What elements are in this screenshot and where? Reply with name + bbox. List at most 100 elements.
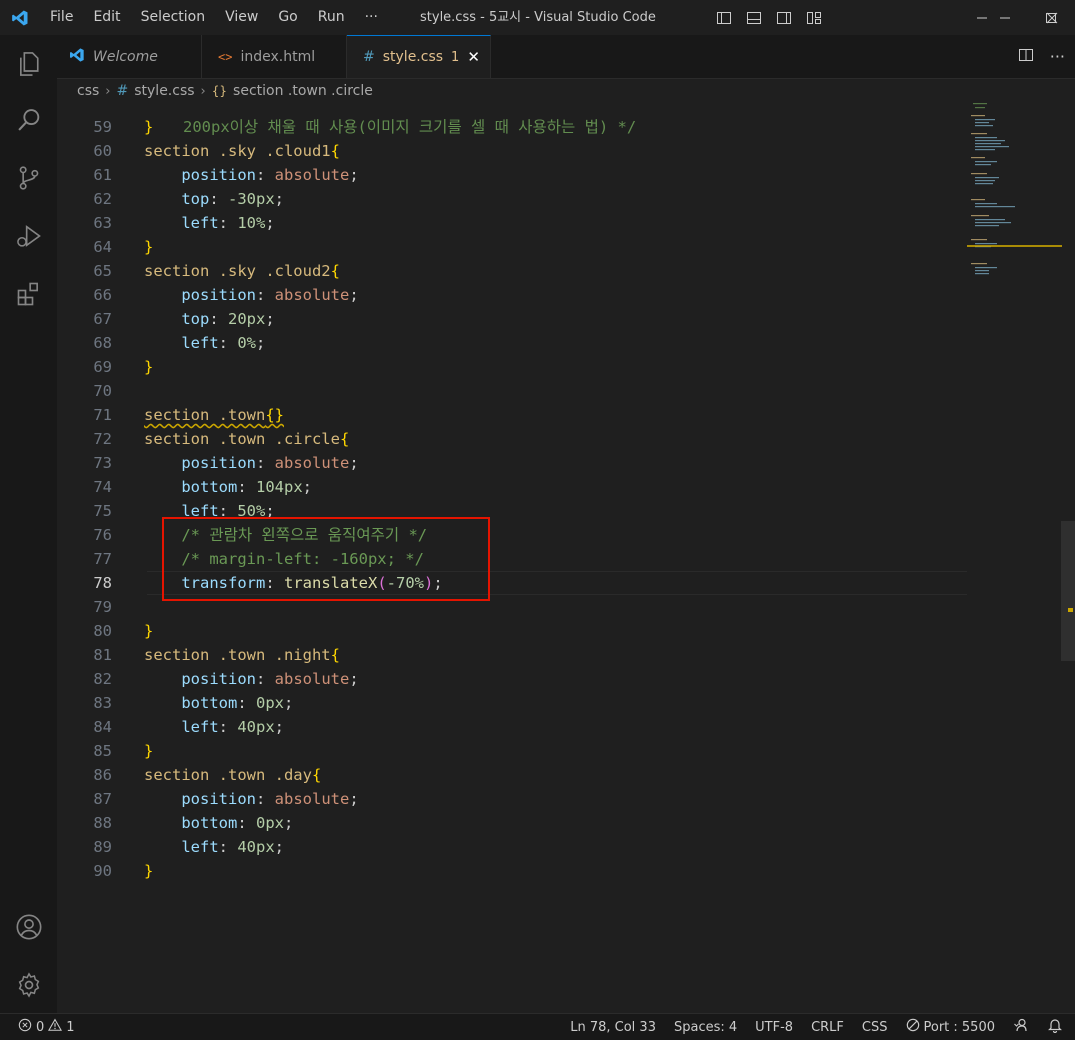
line-text: }: [144, 235, 153, 259]
code-token: :: [218, 718, 238, 736]
menu-run[interactable]: Run: [308, 0, 355, 35]
code-token: absolute: [274, 670, 350, 688]
breadcrumb-folder[interactable]: css: [77, 83, 99, 99]
line-number: 73: [93, 454, 112, 472]
minimize-control[interactable]: [959, 0, 1005, 35]
tab-welcome[interactable]: Welcome: [57, 35, 202, 78]
line-text: }: [144, 115, 153, 139]
line-text: }: [144, 355, 153, 379]
feedback-icon[interactable]: [1013, 1017, 1029, 1037]
close-tab-icon[interactable]: ✕: [467, 48, 480, 66]
menu-go[interactable]: Go: [268, 0, 307, 35]
code-token: :: [209, 190, 228, 208]
code-token: :: [218, 838, 238, 856]
indentation[interactable]: Spaces: 4: [674, 1020, 737, 1035]
line-number: 82: [93, 670, 112, 688]
line-number: 80: [93, 622, 112, 640]
line-number: 77: [93, 550, 112, 568]
more-actions-icon[interactable]: ···: [1050, 47, 1065, 66]
vscode-logo-icon: [69, 47, 85, 67]
tab-index-html[interactable]: <> index.html: [202, 35, 347, 78]
code-token: :: [255, 166, 275, 184]
code-token: position: [181, 454, 256, 472]
code-token: position: [181, 790, 256, 808]
tab-style-css[interactable]: # style.css 1 ✕: [347, 35, 491, 78]
toggle-panel-icon[interactable]: [743, 7, 765, 29]
code-token: absolute: [274, 166, 350, 184]
line-number: 60: [93, 142, 112, 160]
code-token: top: [181, 310, 210, 328]
live-server-status[interactable]: Port : 5500: [906, 1018, 995, 1036]
toggle-secondary-sidebar-icon[interactable]: [773, 7, 795, 29]
code-token: ;: [265, 310, 275, 328]
line-text: section .sky .cloud1{: [144, 139, 340, 163]
warning-marker: [1068, 608, 1073, 612]
cursor-position[interactable]: Ln 78, Col 33: [570, 1020, 656, 1035]
vertical-scrollbar[interactable]: [1061, 103, 1075, 1013]
breadcrumb-file[interactable]: style.css: [134, 83, 194, 99]
problems-status[interactable]: 0 1: [18, 1014, 75, 1040]
customize-layout-icon[interactable]: [803, 7, 825, 29]
close-icon[interactable]: [1029, 0, 1075, 35]
split-editor-icon[interactable]: [1018, 47, 1034, 67]
code-token: position: [181, 286, 256, 304]
activity-bar: [0, 35, 58, 1013]
code-token: position: [181, 670, 256, 688]
line-text: section .town{}: [144, 403, 284, 427]
code-token: 40px: [237, 838, 275, 856]
explorer-icon[interactable]: [0, 40, 57, 88]
source-control-icon[interactable]: [0, 154, 57, 202]
breadcrumb-symbol[interactable]: section .town .circle: [233, 83, 373, 99]
search-icon[interactable]: [0, 96, 57, 144]
code-token: left: [181, 838, 219, 856]
line-number: 62: [93, 190, 112, 208]
settings-gear-icon[interactable]: [0, 961, 57, 1009]
code-token: :: [237, 694, 256, 712]
language-mode[interactable]: CSS: [862, 1020, 888, 1035]
menu-selection[interactable]: Selection: [131, 0, 216, 35]
chevron-right-icon: ›: [105, 83, 111, 99]
code-token: bottom: [181, 814, 238, 832]
code-token: }: [144, 118, 154, 136]
line-number: 67: [93, 310, 112, 328]
line-number: 70: [93, 382, 112, 400]
run-and-debug-icon[interactable]: [0, 212, 57, 260]
html-file-icon: <>: [218, 49, 233, 64]
menu-more[interactable]: ···: [355, 0, 388, 35]
accounts-icon[interactable]: [0, 903, 57, 951]
code-token: absolute: [274, 790, 350, 808]
line-text: left: 0%;: [144, 331, 265, 355]
toggle-primary-sidebar-icon[interactable]: [713, 7, 735, 29]
line-number: 83: [93, 694, 112, 712]
code-token: {}: [265, 406, 284, 424]
menu-edit[interactable]: Edit: [83, 0, 130, 35]
minimap[interactable]: [967, 103, 1062, 293]
code-token: ;: [274, 718, 284, 736]
menu-view[interactable]: View: [215, 0, 268, 35]
menu-bar: File Edit Selection View Go Run ···: [40, 0, 388, 35]
extensions-icon[interactable]: [0, 270, 57, 318]
line-number: 81: [93, 646, 112, 664]
line-number: 89: [93, 838, 112, 856]
error-icon: [18, 1018, 32, 1036]
code-token: ;: [256, 334, 266, 352]
line-number: 87: [93, 790, 112, 808]
warning-icon: [48, 1018, 63, 1036]
encoding[interactable]: UTF-8: [755, 1020, 793, 1035]
code-token: 20px: [228, 310, 266, 328]
notifications-bell-icon[interactable]: [1047, 1017, 1063, 1037]
line-text: top: 20px;: [144, 307, 275, 331]
menu-file[interactable]: File: [40, 0, 83, 35]
line-text: left: 40px;: [144, 835, 284, 859]
code-token: :: [255, 286, 275, 304]
scrollbar-thumb[interactable]: [1061, 521, 1075, 661]
code-editor[interactable]: 200px이상 채울 때 사용(이미지 크기를 셀 때 사용하는 법) */ 5…: [57, 103, 1075, 1013]
end-of-line[interactable]: CRLF: [811, 1020, 844, 1035]
code-token: {: [330, 646, 340, 664]
title-bar: File Edit Selection View Go Run ··· styl…: [0, 0, 1075, 35]
